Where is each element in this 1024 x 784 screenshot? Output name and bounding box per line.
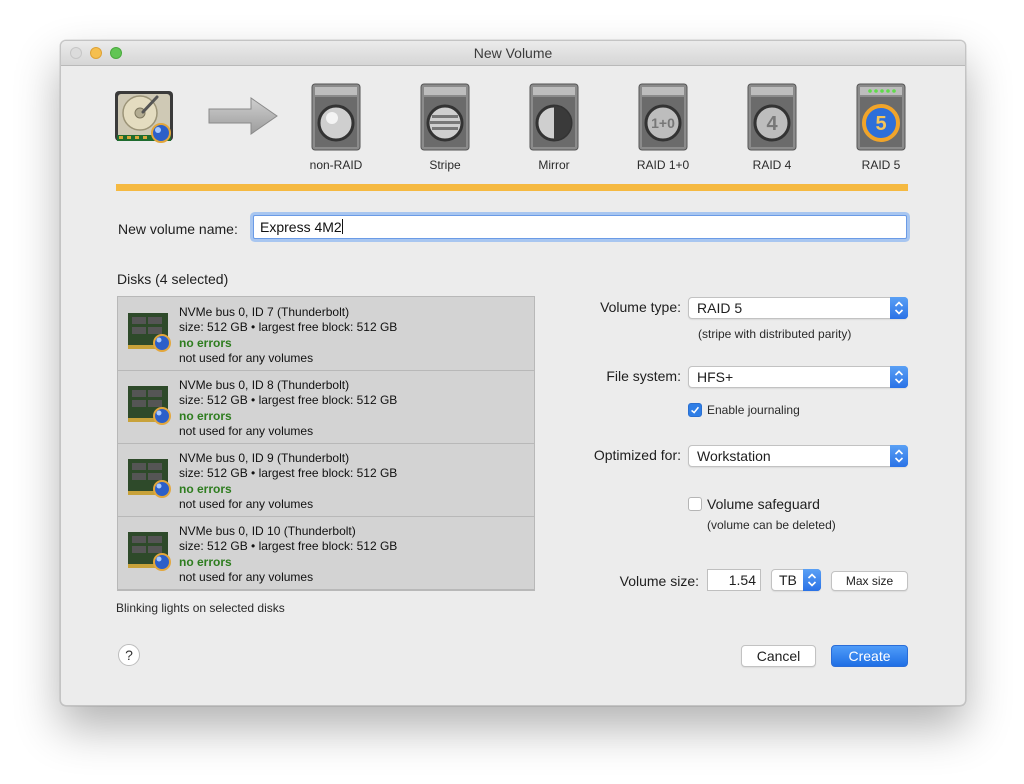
raid-option-non-raid[interactable]: non-RAID bbox=[296, 83, 376, 173]
file-system-label: File system: bbox=[606, 368, 681, 384]
volume-size-input[interactable]: 1.54 bbox=[707, 569, 761, 591]
volume-safeguard-label: Volume safeguard bbox=[707, 496, 820, 512]
disk-status: no errors bbox=[179, 554, 232, 569]
raid-option-raid-5[interactable]: 5 RAID 5 bbox=[841, 83, 921, 173]
help-button[interactable]: ? bbox=[118, 644, 140, 666]
enable-journaling-label: Enable journaling bbox=[707, 403, 800, 417]
file-system-popup[interactable]: HFS+ bbox=[688, 366, 908, 388]
disk-details: NVMe bus 0, ID 8 (Thunderbolt) size: 512… bbox=[179, 378, 397, 439]
new-volume-window: New Volume non-RAID Stripe Mirror 1+0 RA… bbox=[60, 40, 966, 706]
disk-size: size: 512 GB • largest free block: 512 G… bbox=[179, 393, 398, 408]
up-down-chevron-icon bbox=[890, 366, 908, 388]
optimized-for-value: Workstation bbox=[697, 448, 771, 464]
enable-journaling-checkbox[interactable] bbox=[688, 403, 702, 417]
volume-type-value: RAID 5 bbox=[697, 300, 743, 316]
raid-label: non-RAID bbox=[309, 158, 363, 172]
title-bar: New Volume bbox=[61, 41, 965, 66]
volume-size-label: Volume size: bbox=[619, 573, 699, 589]
disk-name: NVMe bus 0, ID 8 (Thunderbolt) bbox=[179, 378, 350, 392]
raid-glyph: 4 bbox=[766, 113, 778, 135]
disk-name: NVMe bus 0, ID 9 (Thunderbolt) bbox=[179, 451, 350, 465]
create-button[interactable]: Create bbox=[831, 645, 908, 667]
disk-usage: not used for any volumes bbox=[179, 496, 314, 511]
blinking-lights-note: Blinking lights on selected disks bbox=[116, 601, 285, 615]
ssd-icon bbox=[128, 386, 171, 425]
disk-row[interactable]: NVMe bus 0, ID 9 (Thunderbolt) size: 512… bbox=[118, 443, 534, 517]
disk-row[interactable]: NVMe bus 0, ID 8 (Thunderbolt) size: 512… bbox=[118, 370, 534, 444]
raid-option-mirror[interactable]: Mirror bbox=[514, 83, 594, 173]
disk-row[interactable]: NVMe bus 0, ID 10 (Thunderbolt) size: 51… bbox=[118, 516, 534, 590]
disk-status: no errors bbox=[179, 408, 232, 423]
up-down-chevron-icon bbox=[890, 445, 908, 467]
volume-size-unit: TB bbox=[779, 572, 797, 588]
up-down-chevron-icon bbox=[803, 569, 821, 591]
raid-option-raid-1-0[interactable]: 1+0 RAID 1+0 bbox=[623, 83, 703, 173]
raid-glyph: 1+0 bbox=[651, 115, 675, 131]
disk-details: NVMe bus 0, ID 9 (Thunderbolt) size: 512… bbox=[179, 451, 397, 512]
disk-details: NVMe bus 0, ID 7 (Thunderbolt) size: 512… bbox=[179, 305, 397, 366]
disk-usage: not used for any volumes bbox=[179, 423, 314, 438]
ssd-icon bbox=[128, 313, 171, 352]
disks-header: Disks (4 selected) bbox=[117, 271, 229, 287]
ssd-icon bbox=[128, 532, 171, 571]
arrow-right-icon bbox=[208, 97, 278, 135]
raid-1-0-icon: 1+0 bbox=[638, 83, 688, 151]
disk-size: size: 512 GB • largest free block: 512 G… bbox=[179, 539, 398, 554]
volume-size-value: 1.54 bbox=[728, 572, 756, 588]
raid-4-icon: 4 bbox=[747, 83, 797, 151]
disk-name: NVMe bus 0, ID 7 (Thunderbolt) bbox=[179, 305, 350, 319]
non-raid-icon bbox=[311, 83, 361, 151]
disk-size: size: 512 GB • largest free block: 512 G… bbox=[179, 466, 398, 481]
disk-row[interactable]: NVMe bus 0, ID 7 (Thunderbolt) size: 512… bbox=[118, 297, 534, 371]
volume-name-label: New volume name: bbox=[118, 221, 238, 237]
raid-label: RAID 1+0 bbox=[636, 158, 690, 172]
text-caret bbox=[341, 219, 343, 234]
disk-status: no errors bbox=[179, 481, 232, 496]
raid-glyph: 5 bbox=[875, 113, 886, 135]
selection-bar bbox=[116, 184, 908, 191]
disk-list[interactable]: NVMe bus 0, ID 7 (Thunderbolt) size: 512… bbox=[117, 296, 535, 591]
volume-size-unit-popup[interactable]: TB bbox=[771, 569, 821, 591]
volume-safeguard-checkbox[interactable] bbox=[688, 497, 702, 511]
up-down-chevron-icon bbox=[890, 297, 908, 319]
raid-label: Mirror bbox=[538, 158, 570, 172]
hard-disk-icon bbox=[115, 91, 173, 143]
volume-name-value: Express 4M2 bbox=[260, 219, 342, 235]
window-title: New Volume bbox=[473, 45, 553, 61]
ssd-icon bbox=[128, 459, 171, 498]
disk-size: size: 512 GB • largest free block: 512 G… bbox=[179, 320, 398, 335]
file-system-value: HFS+ bbox=[697, 369, 734, 385]
stripe-icon bbox=[420, 83, 470, 151]
volume-type-popup[interactable]: RAID 5 bbox=[688, 297, 908, 319]
volume-name-input[interactable]: Express 4M2 bbox=[253, 215, 907, 239]
volume-type-note: (stripe with distributed parity) bbox=[698, 327, 852, 341]
optimized-for-label: Optimized for: bbox=[593, 447, 681, 463]
cancel-button[interactable]: Cancel bbox=[741, 645, 816, 667]
raid-option-stripe[interactable]: Stripe bbox=[405, 83, 485, 173]
raid-option-raid-4[interactable]: 4 RAID 4 bbox=[732, 83, 812, 173]
raid-label: Stripe bbox=[429, 158, 461, 172]
disk-name: NVMe bus 0, ID 10 (Thunderbolt) bbox=[179, 524, 356, 538]
disk-details: NVMe bus 0, ID 10 (Thunderbolt) size: 51… bbox=[179, 524, 397, 585]
mirror-icon bbox=[529, 83, 579, 151]
disk-usage: not used for any volumes bbox=[179, 569, 314, 584]
volume-type-label: Volume type: bbox=[600, 299, 681, 315]
raid-label: RAID 4 bbox=[752, 158, 792, 172]
max-size-button[interactable]: Max size bbox=[831, 571, 908, 591]
raid-label: RAID 5 bbox=[861, 158, 901, 172]
disk-usage: not used for any volumes bbox=[179, 350, 314, 365]
volume-safeguard-note: (volume can be deleted) bbox=[707, 518, 836, 532]
disk-status: no errors bbox=[179, 335, 232, 350]
optimized-for-popup[interactable]: Workstation bbox=[688, 445, 908, 467]
raid-5-icon: 5 bbox=[856, 83, 906, 151]
